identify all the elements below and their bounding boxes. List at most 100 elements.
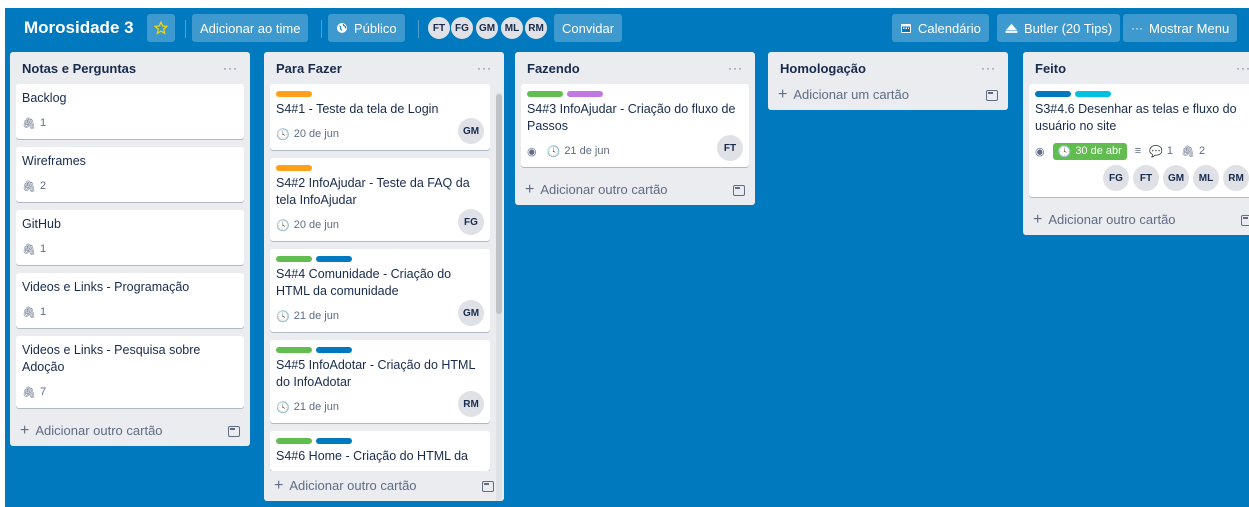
list-menu-button[interactable]: ··· — [1236, 61, 1249, 75]
card-member-avatar[interactable]: GM — [458, 300, 484, 326]
calendar-label: Calendário — [918, 20, 981, 36]
card-member-avatar[interactable]: FT — [717, 135, 743, 161]
card[interactable]: GitHub 🖇 1 — [16, 210, 244, 265]
comment-icon: 💬 — [1149, 145, 1163, 158]
card-title: S4#4 Comunidade - Criação do HTML da com… — [276, 267, 452, 298]
butler-button[interactable]: Butler (20 Tips) — [997, 14, 1121, 42]
card[interactable]: S4#3 InfoAjudar - Criação do fluxo de Pa… — [521, 84, 749, 167]
due-date-badge: 🕓 20 de jun — [276, 219, 339, 232]
plus-icon: + — [274, 477, 284, 494]
list-title[interactable]: Para Fazer — [276, 61, 342, 76]
board-title[interactable]: Morosidade 3 — [16, 14, 142, 42]
list-fazendo: Fazendo ··· S4#3 InfoAjudar - Criação do… — [515, 52, 755, 205]
card-member-avatar[interactable]: FG — [458, 209, 484, 235]
template-icon[interactable] — [1241, 214, 1249, 226]
show-menu-button[interactable]: ··· Mostrar Menu — [1123, 14, 1238, 42]
member-avatar[interactable]: ML — [500, 16, 524, 40]
card[interactable]: S4#5 InfoAdotar - Criação do HTML do Inf… — [270, 340, 490, 423]
template-icon[interactable] — [733, 184, 745, 196]
template-icon[interactable] — [482, 480, 494, 492]
add-card-button[interactable]: + Adicionar outro cartão — [1023, 205, 1249, 235]
card-title: S4#6 Home - Criação do HTML da — [276, 449, 468, 463]
member-avatar[interactable]: FG — [450, 16, 474, 40]
card-title: Wireframes — [22, 154, 86, 168]
list-menu-button[interactable]: ··· — [477, 61, 492, 75]
card[interactable]: S4#6 Home - Criação do HTML da — [270, 431, 490, 471]
due-date-complete-badge[interactable]: 🕓 30 de abr — [1052, 142, 1127, 160]
invite-button[interactable]: Convidar — [554, 14, 623, 42]
watching-badge: ◉ — [527, 145, 537, 158]
card-member-avatar[interactable]: RM — [1223, 165, 1249, 191]
calendar-button[interactable]: Calendário — [892, 14, 989, 42]
add-card-button[interactable]: + Adicionar um cartão — [768, 80, 1008, 110]
description-badge: ≡ — [1135, 145, 1141, 157]
show-menu-label: Mostrar Menu — [1149, 20, 1230, 36]
plus-icon: + — [778, 86, 788, 103]
plus-icon: + — [1033, 211, 1043, 228]
list-notas-e-perguntas: Notas e Perguntas ··· Backlog 🖇 1 Wirefra… — [10, 52, 250, 446]
list-homologacao: Homologação ··· + Adicionar um cartão — [768, 52, 1008, 110]
visibility-label: Público — [354, 20, 397, 36]
list-menu-button[interactable]: ··· — [223, 61, 238, 75]
member-avatar[interactable]: RM — [524, 16, 548, 40]
label-blue — [316, 347, 352, 353]
add-card-button[interactable]: + Adicionar outro cartão — [264, 471, 504, 501]
card[interactable]: Videos e Links - Programação 🖇 1 — [16, 273, 244, 328]
add-team-button[interactable]: Adicionar ao time — [192, 14, 309, 42]
star-icon — [154, 21, 168, 35]
card-title: S4#1 - Teste da tela de Login — [276, 102, 439, 116]
star-button[interactable] — [147, 14, 175, 42]
card-title: GitHub — [22, 217, 61, 231]
card[interactable]: Wireframes 🖇 2 — [16, 147, 244, 202]
list-title[interactable]: Homologação — [780, 61, 866, 76]
list-title[interactable]: Notas e Perguntas — [22, 61, 136, 76]
card-title: S4#2 InfoAjudar - Teste da FAQ da tela I… — [276, 176, 470, 207]
label-green — [276, 256, 312, 262]
paperclip-icon: 🖇 — [22, 386, 36, 399]
member-avatar[interactable]: FT — [427, 16, 451, 40]
paperclip-icon: 🖇 — [22, 180, 36, 193]
more-icon: ··· — [1131, 21, 1143, 35]
paperclip-icon: 🖇 — [22, 243, 36, 256]
attachment-badge: 🖇 1 — [22, 117, 47, 130]
label-orange — [276, 91, 312, 97]
list-feito: Feito ··· S3#4.6 Desenhar as telas e flu… — [1023, 52, 1249, 235]
clock-icon: 🕓 — [546, 145, 561, 158]
list-menu-button[interactable]: ··· — [981, 61, 996, 75]
due-date-badge: 🕓 20 de jun — [276, 128, 339, 141]
card[interactable]: S3#4.6 Desenhar as telas e fluxo do usuá… — [1029, 84, 1249, 197]
paperclip-icon: 🖇 — [22, 117, 36, 130]
scrollbar-thumb[interactable] — [496, 94, 502, 314]
template-icon[interactable] — [986, 89, 998, 101]
list-menu-button[interactable]: ··· — [728, 61, 743, 75]
card-member-avatar[interactable]: FG — [1103, 165, 1129, 191]
clock-icon: 🕓 — [1057, 145, 1072, 158]
list-title[interactable]: Feito — [1035, 61, 1066, 76]
card[interactable]: S4#1 - Teste da tela de Login 🕓 20 de jun… — [270, 84, 490, 150]
due-date-badge: 🕓 21 de jun — [546, 145, 610, 158]
globe-icon — [336, 22, 348, 34]
card-title: Videos e Links - Programação — [22, 280, 190, 294]
label-green — [276, 438, 312, 444]
butler-icon — [1005, 22, 1018, 34]
card[interactable]: S4#2 InfoAjudar - Teste da FAQ da tela I… — [270, 158, 490, 241]
label-purple — [567, 91, 603, 97]
card-member-avatar[interactable]: GM — [458, 118, 484, 144]
template-icon[interactable] — [228, 425, 240, 437]
card[interactable]: S4#4 Comunidade - Criação do HTML da com… — [270, 249, 490, 332]
add-card-button[interactable]: + Adicionar outro cartão — [515, 175, 755, 205]
list-title[interactable]: Fazendo — [527, 61, 580, 76]
label-blue — [1035, 91, 1071, 97]
label-green — [276, 347, 312, 353]
card-member-avatar[interactable]: GM — [1163, 165, 1189, 191]
card[interactable]: Videos e Links - Pesquisa sobre Adoção 🖇… — [16, 336, 244, 408]
card-member-avatar[interactable]: RM — [458, 391, 484, 417]
card-member-avatar[interactable]: FT — [1133, 165, 1159, 191]
add-card-button[interactable]: + Adicionar outro cartão — [10, 416, 250, 446]
member-avatar[interactable]: GM — [475, 16, 499, 40]
label-blue — [316, 256, 352, 262]
card-member-avatar[interactable]: ML — [1193, 165, 1219, 191]
attachment-badge: 🖇 7 — [22, 386, 47, 399]
card[interactable]: Backlog 🖇 1 — [16, 84, 244, 139]
visibility-button[interactable]: Público — [328, 14, 405, 42]
